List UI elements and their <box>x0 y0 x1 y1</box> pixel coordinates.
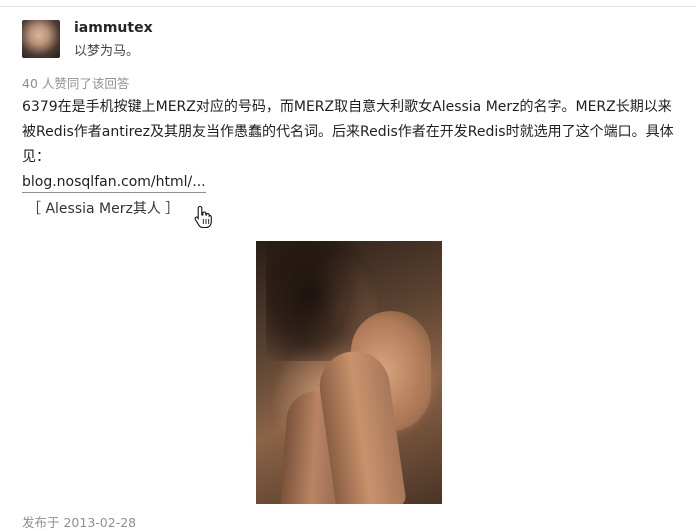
alessia-merz-link[interactable]: ［ Alessia Merz其人 ］ <box>27 198 179 218</box>
vote-count[interactable]: 40 人赞同了该回答 <box>22 73 129 92</box>
hand-pointer-icon <box>194 205 212 229</box>
top-divider <box>0 0 696 7</box>
answer-photo[interactable] <box>256 241 442 504</box>
author-bio: 以梦为马。 <box>74 44 140 59</box>
avatar[interactable] <box>22 20 60 58</box>
author-name[interactable]: iammutex <box>74 20 153 36</box>
answer-text: 6379在是手机按键上MERZ对应的号码，而MERZ取自意大利歌女Alessia… <box>22 99 674 165</box>
blog-link[interactable]: blog.nosqlfan.com/html/... <box>22 172 206 193</box>
